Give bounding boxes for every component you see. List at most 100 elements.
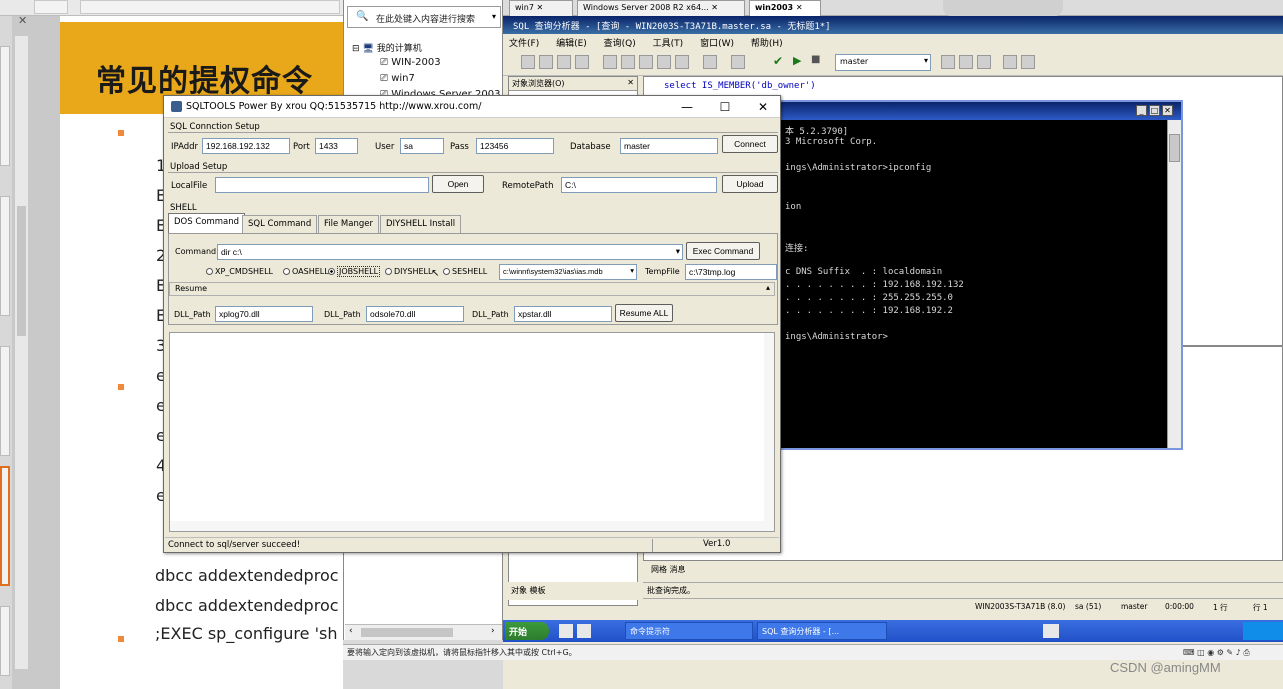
dll1-field[interactable]: xplog70.dll — [215, 306, 313, 322]
database-select[interactable]: master ▾ — [835, 54, 931, 71]
vm-tab[interactable]: Windows Server 2008 R2 x64... ✕ — [577, 0, 745, 16]
chevron-down-icon[interactable]: ▾ — [492, 12, 496, 21]
insert-icon[interactable] — [575, 55, 589, 69]
tempfile-field[interactable]: c:\73tmp.log — [685, 264, 777, 280]
horizontal-scrollbar[interactable] — [170, 521, 774, 531]
mdb-path-select[interactable]: c:\winnt\system32\ias\ias.mdb ▾ — [499, 264, 637, 280]
open-button[interactable]: Open — [432, 175, 484, 193]
ie-icon[interactable] — [559, 624, 573, 638]
vm-tab[interactable]: win7 ✕ — [509, 0, 573, 16]
scroll-thumb[interactable] — [361, 628, 453, 637]
localfile-field[interactable] — [215, 177, 429, 193]
cmd-titlebar[interactable]: _ □ ✕ — [781, 102, 1181, 120]
clear-icon[interactable] — [657, 55, 671, 69]
menu-query[interactable]: 查询(Q) — [604, 39, 636, 49]
pass-field[interactable]: 123456 — [476, 138, 554, 154]
slide-thumbnail[interactable] — [0, 46, 10, 166]
menu-file[interactable]: 文件(F) — [509, 39, 539, 49]
chevron-up-icon[interactable]: ▴ — [766, 283, 770, 292]
vertical-scrollbar[interactable] — [764, 333, 774, 531]
maximize-icon[interactable]: ☐ — [716, 99, 734, 115]
search-input[interactable]: 在此处键入内容进行搜索 — [376, 12, 475, 25]
tree-item-vm[interactable]: ⎚ win7 — [380, 73, 415, 84]
user-field[interactable]: sa — [400, 138, 444, 154]
quicklaunch-icon[interactable] — [577, 624, 591, 638]
task-cmd[interactable]: 命令提示符 — [625, 622, 753, 640]
results-mode-icon[interactable] — [731, 55, 745, 69]
resize-handle[interactable] — [118, 384, 124, 390]
language-icon[interactable] — [1043, 624, 1059, 638]
copy-icon[interactable] — [621, 55, 635, 69]
ppt-tab[interactable] — [80, 0, 340, 14]
close-icon[interactable]: ✕ — [754, 99, 772, 115]
undo-icon[interactable] — [703, 55, 717, 69]
find-icon[interactable] — [675, 55, 689, 69]
resume-all-button[interactable]: Resume ALL — [615, 304, 673, 322]
task-query-analyzer[interactable]: SQL 查询分析器 - [... — [757, 622, 887, 640]
chevron-down-icon[interactable]: ▾ — [924, 56, 928, 65]
resize-handle[interactable] — [118, 636, 124, 642]
ppt-tab[interactable] — [34, 0, 68, 14]
slide-thumbnail[interactable] — [0, 196, 10, 316]
properties-icon[interactable] — [1003, 55, 1017, 69]
cmd-scrollbar[interactable] — [1167, 120, 1181, 448]
scroll-thumb[interactable] — [17, 206, 26, 336]
radio-diyshell[interactable]: DIYSHELL — [385, 267, 432, 276]
radio-jobshell[interactable]: JOBSHELL — [328, 266, 381, 277]
radio-xp-cmdshell[interactable]: XP_CMDSHELL — [206, 267, 273, 276]
object-search-icon[interactable] — [977, 55, 991, 69]
menu-window[interactable]: 窗口(W) — [700, 39, 734, 49]
horizontal-scrollbar[interactable]: ‹ › — [345, 624, 502, 640]
object-browser-tabs[interactable]: 对象 模板 — [508, 582, 638, 600]
close-icon[interactable]: ✕ — [627, 78, 634, 87]
minimize-icon[interactable]: _ — [1136, 105, 1147, 116]
execute-icon[interactable]: ▶ — [793, 54, 801, 67]
object-browser-icon[interactable] — [959, 55, 973, 69]
slide-thumbnail[interactable] — [0, 346, 10, 456]
dll2-field[interactable]: odsole70.dll — [366, 306, 464, 322]
vm-tab-active[interactable]: win2003 ✕ — [749, 0, 821, 16]
scroll-thumb[interactable] — [1169, 134, 1180, 162]
menu-help[interactable]: 帮助(H) — [751, 39, 783, 49]
chevron-down-icon[interactable]: ▾ — [630, 266, 634, 275]
slide-thumbnail-selected[interactable] — [0, 466, 10, 586]
slide-scrollbar[interactable] — [14, 36, 28, 669]
start-button[interactable]: 开始 — [505, 622, 549, 640]
minimize-icon[interactable]: — — [678, 99, 696, 115]
resume-bar[interactable]: Resume ▴ — [169, 282, 775, 296]
results-tabs[interactable]: 网格 消息 — [648, 561, 768, 578]
cut-icon[interactable] — [603, 55, 617, 69]
menu-tools[interactable]: 工具(T) — [653, 39, 684, 49]
tab-dos-command[interactable]: DOS Command — [168, 213, 246, 233]
paste-icon[interactable] — [639, 55, 653, 69]
radio-seshell[interactable]: SESHELL — [443, 267, 487, 276]
exec-command-button[interactable]: Exec Command — [686, 242, 760, 260]
save-icon[interactable] — [557, 55, 571, 69]
connect-button[interactable]: Connect — [722, 135, 778, 153]
vm-device-icons[interactable]: ⌨ ◫ ◉ ⚙ ✎ ♪ ⎙ — [1183, 648, 1250, 658]
grid-icon[interactable] — [1021, 55, 1035, 69]
slide-thumbnail[interactable] — [0, 606, 10, 676]
stop-icon[interactable]: ■ — [811, 54, 820, 65]
tree-item-my-computer[interactable]: ⊟ 🖥 我的计算机 — [352, 41, 422, 54]
tab-sql-command[interactable]: SQL Command — [242, 215, 318, 233]
chevron-left-icon[interactable]: ‹ — [349, 626, 353, 636]
close-icon[interactable]: ✕ — [1162, 105, 1173, 116]
dialog-titlebar[interactable]: SQLTOOLS Power By xrou QQ:51535715 http:… — [164, 96, 780, 118]
close-icon[interactable]: ✕ — [18, 14, 27, 27]
resize-handle[interactable] — [118, 130, 124, 136]
port-field[interactable]: 1433 — [315, 138, 358, 154]
database-field[interactable]: master — [620, 138, 718, 154]
tab-diyshell-install[interactable]: DIYSHELL Install — [380, 215, 462, 233]
check-icon[interactable]: ✔ — [773, 54, 783, 68]
upload-button[interactable]: Upload — [722, 175, 778, 193]
search-box[interactable]: 🔍 在此处键入内容进行搜索 ▾ — [347, 6, 501, 28]
remotepath-field[interactable]: C:\ — [561, 177, 717, 193]
estimate-plan-icon[interactable] — [941, 55, 955, 69]
menu-edit[interactable]: 编辑(E) — [556, 39, 587, 49]
command-output[interactable] — [169, 332, 775, 532]
radio-oashell[interactable]: OASHELL — [283, 267, 329, 276]
tab-file-manager[interactable]: File Manger — [318, 215, 379, 233]
open-icon[interactable] — [539, 55, 553, 69]
chevron-down-icon[interactable]: ▾ — [676, 246, 680, 257]
